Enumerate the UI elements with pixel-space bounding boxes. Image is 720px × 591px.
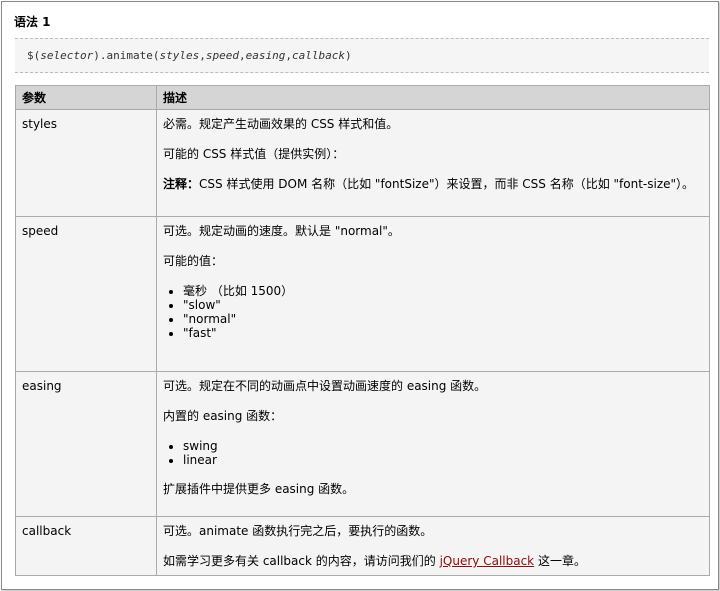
code-arg: callback bbox=[291, 49, 345, 62]
param-name: speed bbox=[15, 216, 157, 372]
param-description: 必需。规定产生动画效果的 CSS 样式和值。 可能的 CSS 样式值（提供实例）… bbox=[156, 109, 710, 217]
table-header-row: 参数 描述 bbox=[15, 85, 710, 110]
description-text: 如需学习更多有关 callback 的内容，请访问我们的 jQuery Call… bbox=[163, 554, 703, 569]
description-text: 扩展插件中提供更多 easing 函数。 bbox=[163, 482, 355, 496]
note-label: 注释： bbox=[163, 177, 200, 191]
column-header-description: 描述 bbox=[156, 85, 710, 110]
table-row: styles 必需。规定产生动画效果的 CSS 样式和值。 可能的 CSS 样式… bbox=[15, 109, 710, 217]
list-item: "fast" bbox=[183, 326, 703, 340]
code-separator: , bbox=[238, 49, 246, 62]
list-item: "normal" bbox=[183, 312, 703, 326]
param-name: styles bbox=[15, 109, 157, 217]
code-block: $(selector).animate(styles,speed,easing,… bbox=[15, 38, 709, 73]
table-row: easing 可选。规定在不同的动画点中设置动画速度的 easing 函数。 内… bbox=[15, 371, 710, 517]
code-separator: , bbox=[285, 49, 292, 62]
param-name: easing bbox=[15, 371, 157, 517]
list-item: "slow" bbox=[183, 298, 703, 312]
parameter-table: 参数 描述 styles 必需。规定产生动画效果的 CSS 样式和值。 可能的 … bbox=[15, 85, 710, 576]
value-list: swing linear bbox=[163, 439, 703, 467]
description-text: 可能的 CSS 样式值（提供实例）： bbox=[163, 147, 345, 161]
code-arg: speed bbox=[205, 49, 239, 62]
jquery-callback-link[interactable]: jQuery Callback bbox=[440, 554, 535, 568]
screenshot-frame: 语法 1 $(selector).animate(styles,speed,ea… bbox=[1, 1, 719, 590]
syntax-heading: 语法 1 bbox=[14, 15, 51, 29]
note-text: CSS 样式使用 DOM 名称（比如 "fontSize"）来设置，而非 CSS… bbox=[199, 177, 695, 191]
table-row: callback 可选。animate 函数执行完之后，要执行的函数。 如需学习… bbox=[15, 516, 710, 576]
code-arg: easing bbox=[245, 49, 286, 62]
description-text: 可选。animate 函数执行完之后，要执行的函数。 bbox=[163, 524, 433, 538]
code-selector: selector bbox=[40, 49, 94, 62]
description-text: 可能的值： bbox=[163, 254, 224, 268]
column-header-param: 参数 bbox=[15, 85, 157, 110]
description-text: 内置的 easing 函数： bbox=[163, 409, 283, 423]
code-method: ).animate( bbox=[93, 49, 160, 62]
description-note: 注释：CSS 样式使用 DOM 名称（比如 "fontSize"）来设置，而非 … bbox=[163, 177, 703, 192]
param-description: 可选。animate 函数执行完之后，要执行的函数。 如需学习更多有关 call… bbox=[156, 516, 710, 576]
code-suffix: ) bbox=[344, 49, 352, 62]
list-item: linear bbox=[183, 453, 703, 467]
list-item: swing bbox=[183, 439, 703, 453]
description-text: 可选。规定动画的速度。默认是 "normal"。 bbox=[163, 224, 400, 238]
code-separator: , bbox=[199, 49, 206, 62]
param-name: callback bbox=[15, 516, 157, 576]
code-prefix: $( bbox=[27, 49, 41, 62]
description-text: 可选。规定在不同的动画点中设置动画速度的 easing 函数。 bbox=[163, 379, 487, 393]
description-text: 必需。规定产生动画效果的 CSS 样式和值。 bbox=[163, 117, 399, 131]
param-description: 可选。规定在不同的动画点中设置动画速度的 easing 函数。 内置的 easi… bbox=[156, 371, 710, 517]
link-prefix-text: 如需学习更多有关 callback 的内容，请访问我们的 bbox=[163, 554, 440, 568]
table-row: speed 可选。规定动画的速度。默认是 "normal"。 可能的值： 毫秒 … bbox=[15, 216, 710, 372]
code-arg: styles bbox=[159, 49, 200, 62]
value-list: 毫秒 （比如 1500） "slow" "normal" "fast" bbox=[163, 284, 703, 340]
link-suffix-text: 这一章。 bbox=[534, 554, 586, 568]
list-item: 毫秒 （比如 1500） bbox=[183, 284, 703, 298]
param-description: 可选。规定动画的速度。默认是 "normal"。 可能的值： 毫秒 （比如 15… bbox=[156, 216, 710, 372]
